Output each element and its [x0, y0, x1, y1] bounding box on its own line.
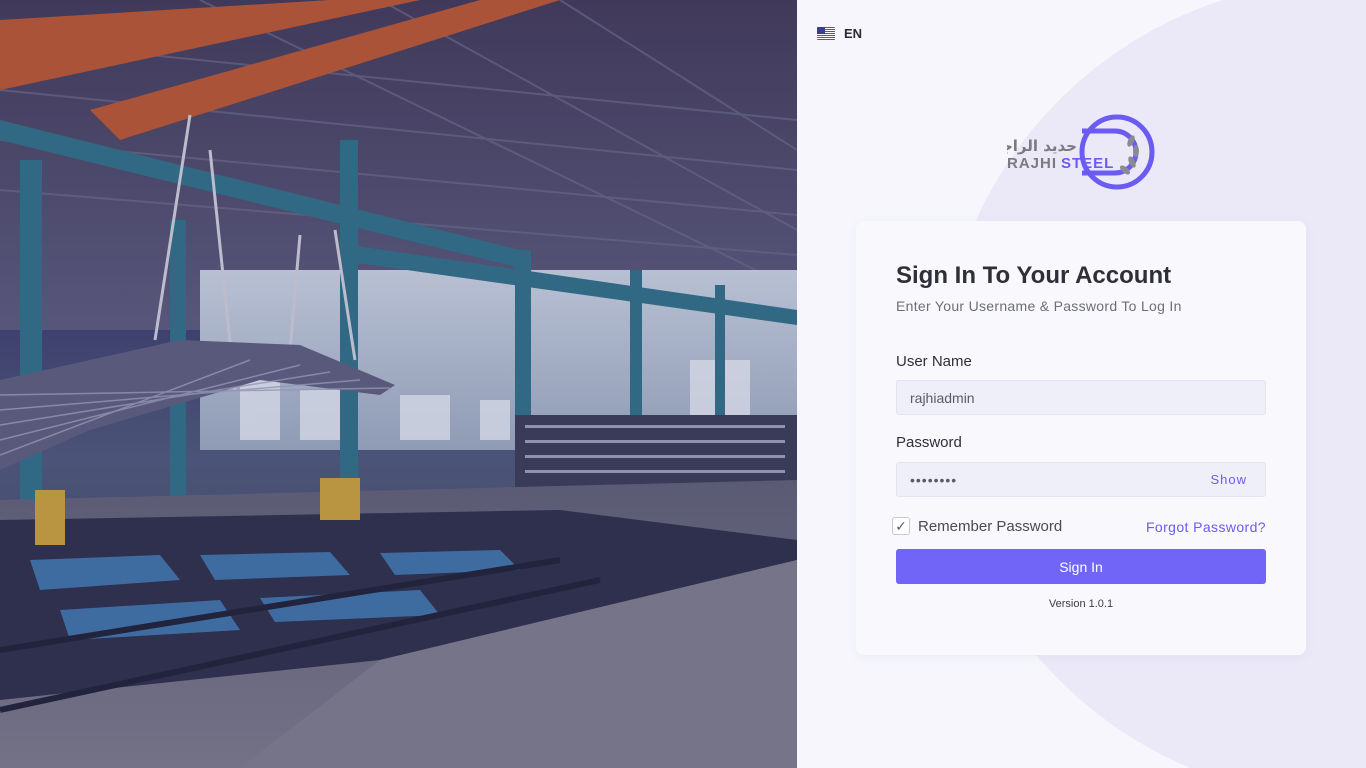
remember-label: Remember Password	[918, 517, 1063, 535]
login-panel: EN حديد الراجحي RAJHI STEEL Sign In To Y…	[797, 0, 1366, 768]
remember-password[interactable]: ✓ Remember Password	[892, 517, 1062, 535]
logo-rajhi-text: RAJHI	[1007, 155, 1057, 172]
logo-arabic-text: حديد الراجحي	[1007, 137, 1077, 155]
us-flag-icon	[817, 27, 835, 40]
warehouse-photo	[0, 0, 797, 768]
logo-steel-text: STEEL	[1061, 155, 1114, 172]
remember-checkbox[interactable]: ✓	[892, 517, 910, 535]
username-field[interactable]: rajhiadmin	[896, 380, 1266, 415]
language-code: EN	[844, 26, 863, 41]
show-password-button[interactable]: Show	[1210, 472, 1247, 487]
version-text: Version 1.0.1	[1048, 598, 1114, 610]
warehouse-illustration	[0, 0, 797, 768]
username-value: rajhiadmin	[910, 389, 975, 406]
forgot-password-link[interactable]: Forgot Password?	[1146, 519, 1266, 535]
check-icon: ✓	[895, 517, 907, 534]
language-selector[interactable]: EN	[817, 26, 862, 41]
page-subtitle: Enter Your Username & Password To Log In	[896, 298, 1182, 314]
password-label: Password	[896, 434, 962, 451]
password-value: ••••••••	[910, 471, 958, 488]
login-card: Sign In To Your Account Enter Your Usern…	[856, 221, 1306, 655]
page-title: Sign In To Your Account	[896, 262, 1172, 289]
password-field[interactable]: •••••••• Show	[896, 462, 1266, 497]
sign-in-button[interactable]: Sign In	[896, 549, 1266, 584]
username-label: User Name	[896, 353, 972, 370]
rajhi-steel-logo: حديد الراجحي RAJHI STEEL	[976, 113, 1157, 193]
